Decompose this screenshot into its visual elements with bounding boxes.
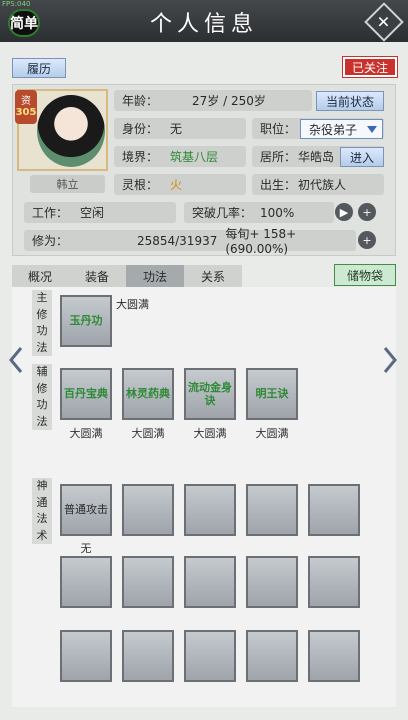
breakthrough-label: 突破几率： <box>192 206 253 220</box>
empty-slot[interactable] <box>308 484 360 536</box>
technique-level: 大圆满 <box>69 427 103 440</box>
label-char: 功 <box>36 324 48 337</box>
storage-bag-button[interactable]: 储物袋 <box>334 264 396 286</box>
identity-label: 身份： <box>122 122 159 136</box>
position-label: 职位： <box>260 122 297 136</box>
technique-level: 大圆满 <box>255 427 289 440</box>
origin-field: 出生： 初代族人 <box>252 174 384 195</box>
spirit-root-value: 火 <box>170 178 183 192</box>
label-char: 法 <box>36 340 48 354</box>
label-char: 修 <box>36 381 48 395</box>
technique-name: 玉丹功 <box>69 314 103 328</box>
divine-art-label: 神 通 法 术 <box>32 478 52 544</box>
technique-level: 大圆满 <box>193 427 227 440</box>
position-value: 杂役弟子 <box>309 122 358 137</box>
identity-field: 身份： 无 <box>114 118 246 139</box>
aptitude-value: 305 <box>15 107 37 118</box>
label-char: 主 <box>36 291 48 304</box>
add-icon[interactable]: + <box>358 203 376 221</box>
cultivation-field: 修为： 25854/31937 每旬+ 158+(690.00%) <box>24 227 356 256</box>
breakthrough-value: 100% <box>260 205 295 220</box>
label-char: 法 <box>36 512 48 525</box>
dropdown-arrow-icon <box>367 125 377 133</box>
empty-slot[interactable] <box>308 630 360 682</box>
technique-name: 流动金身诀 <box>188 380 232 407</box>
spirit-root-label: 灵根： <box>122 178 159 192</box>
aptitude-label: 资 <box>21 96 31 107</box>
empty-slot[interactable] <box>246 630 298 682</box>
main-technique-level: 大圆满 <box>116 298 149 311</box>
technique-level: 大圆满 <box>131 427 165 440</box>
aux-technique-slot[interactable]: 林灵药典 <box>122 368 174 420</box>
empty-slot[interactable] <box>122 630 174 682</box>
empty-slot[interactable] <box>246 556 298 608</box>
current-state-button[interactable]: 当前状态 <box>316 91 384 111</box>
technique-name: 百丹宝典 <box>64 387 108 401</box>
realm-label: 境界： <box>122 150 159 164</box>
label-char: 术 <box>36 528 48 542</box>
main-technique-label: 主 修 功 法 <box>32 290 52 356</box>
empty-slot[interactable] <box>184 484 236 536</box>
character-name: 韩立 <box>30 175 105 193</box>
empty-slot[interactable] <box>122 484 174 536</box>
empty-slot[interactable] <box>184 556 236 608</box>
origin-label: 出生： <box>260 178 297 192</box>
main-technique-slot[interactable]: 玉丹功 <box>60 295 112 347</box>
identity-value: 无 <box>170 122 183 136</box>
empty-slot[interactable] <box>60 556 112 608</box>
realm-field: 境界： 筑基八层 <box>114 146 246 167</box>
label-char: 功 <box>36 398 48 411</box>
empty-slot[interactable] <box>122 556 174 608</box>
age-value: 27岁 / 250岁 <box>192 94 266 108</box>
tab-techniques[interactable]: 功法 <box>126 265 184 287</box>
empty-slot[interactable] <box>184 630 236 682</box>
divine-art-name: 普通攻击 <box>64 503 108 517</box>
aux-technique-slot[interactable]: 流动金身诀 <box>184 368 236 420</box>
divine-art-slot[interactable]: 普通攻击 <box>60 484 112 536</box>
empty-slot[interactable] <box>308 556 360 608</box>
resume-button[interactable]: 履历 <box>12 58 66 78</box>
label-char: 神 <box>36 479 48 492</box>
spirit-root-field: 灵根： 火 <box>114 174 246 195</box>
label-char: 通 <box>36 495 48 509</box>
age-label: 年龄： <box>122 94 159 108</box>
position-select[interactable]: 杂役弟子 <box>300 119 383 139</box>
avatar[interactable] <box>37 95 105 167</box>
add-cultivation-icon[interactable]: + <box>358 231 376 249</box>
page-title: 个人信息 <box>149 12 258 37</box>
origin-value: 初代族人 <box>298 178 347 192</box>
cultivation-value: 25854/31937 <box>136 233 218 248</box>
aux-technique-label: 辅 修 功 法 <box>32 364 52 430</box>
close-icon: ✕ <box>377 12 391 32</box>
arrow-right-icon[interactable] <box>382 346 398 374</box>
followed-button[interactable]: 已关注 <box>342 56 398 78</box>
tab-equipment[interactable]: 装备 <box>68 265 126 287</box>
tab-overview[interactable]: 概况 <box>12 265 68 287</box>
cultivation-label: 修为： <box>32 234 69 248</box>
aptitude-badge: 资 305 <box>15 90 37 124</box>
residence-value: 华皓岛 <box>298 150 335 164</box>
breakthrough-field: 突破几率： 100% <box>184 202 334 223</box>
work-value: 空闲 <box>80 206 105 220</box>
cultivation-rate: 每旬+ 158+(690.00%) <box>225 227 297 256</box>
tab-relations[interactable]: 关系 <box>184 265 242 287</box>
technique-name: 明王诀 <box>255 387 289 401</box>
realm-value: 筑基八层 <box>170 150 219 164</box>
label-char: 辅 <box>36 365 48 378</box>
age-field: 年龄： 27岁 / 250岁 <box>114 90 312 111</box>
label-char: 法 <box>36 414 48 428</box>
arrow-left-icon[interactable] <box>8 346 24 374</box>
aux-technique-slot[interactable]: 明王诀 <box>246 368 298 420</box>
divine-art-level: 无 <box>80 542 92 555</box>
enter-button[interactable]: 进入 <box>340 147 384 167</box>
empty-slot[interactable] <box>60 630 112 682</box>
work-field: 工作： 空闲 <box>24 202 176 223</box>
residence-label: 居所： <box>260 150 297 164</box>
work-label: 工作： <box>32 206 69 220</box>
play-icon[interactable]: ▶ <box>335 203 353 221</box>
label-char: 修 <box>36 307 48 321</box>
aux-technique-slot[interactable]: 百丹宝典 <box>60 368 112 420</box>
technique-name: 林灵药典 <box>126 387 170 401</box>
empty-slot[interactable] <box>246 484 298 536</box>
